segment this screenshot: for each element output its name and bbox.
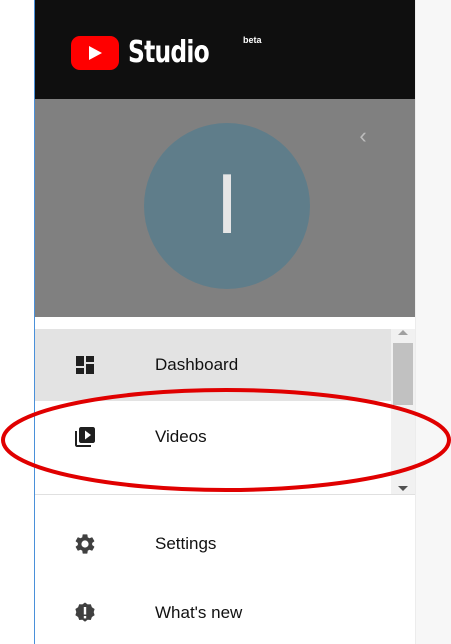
scroll-up-arrow-icon[interactable] — [398, 330, 408, 335]
sidebar-item-label: What's new — [155, 603, 243, 622]
video-library-icon — [75, 427, 95, 447]
sidebar-item-label: Dashboard — [155, 355, 239, 374]
nav-scrollbar[interactable] — [391, 329, 415, 494]
sidebar-nav: Dashboard Videos Settings What's new — [35, 317, 415, 644]
beta-badge: beta — [243, 35, 262, 45]
sidebar-item-partial[interactable] — [35, 473, 391, 494]
chevron-left-icon[interactable]: ‹ — [353, 121, 373, 151]
sidebar-item-settings[interactable]: Settings — [35, 508, 415, 580]
scroll-thumb[interactable] — [393, 343, 413, 405]
sidebar-item-label: Videos — [155, 427, 207, 446]
whats-new-badge-icon — [75, 602, 95, 622]
scroll-down-arrow-icon[interactable] — [398, 486, 408, 491]
nav-divider — [35, 494, 415, 495]
sidebar-item-videos[interactable]: Videos — [35, 401, 391, 473]
dashboard-icon — [76, 356, 94, 374]
youtube-play-logo-icon — [71, 36, 119, 70]
nav-scroll-area: Dashboard Videos — [35, 329, 391, 494]
studio-header: Studio beta — [35, 0, 415, 99]
main-content-edge — [415, 0, 451, 644]
sidebar-item-whats-new[interactable]: What's new — [35, 577, 415, 644]
channel-avatar[interactable]: I — [144, 123, 310, 289]
gear-icon — [75, 534, 95, 554]
sidebar: Studio beta ‹ I Dashboard Videos Setting… — [35, 0, 415, 644]
sidebar-item-dashboard[interactable]: Dashboard — [35, 329, 391, 401]
sidebar-item-label: Settings — [155, 534, 217, 553]
channel-profile-panel: ‹ I — [35, 99, 415, 317]
studio-page: Studio beta ‹ I Dashboard Videos Setting… — [0, 0, 451, 644]
logo-text: Studio — [128, 34, 210, 70]
studio-logo[interactable]: Studio beta — [71, 33, 262, 73]
avatar-letter: I — [215, 159, 239, 252]
